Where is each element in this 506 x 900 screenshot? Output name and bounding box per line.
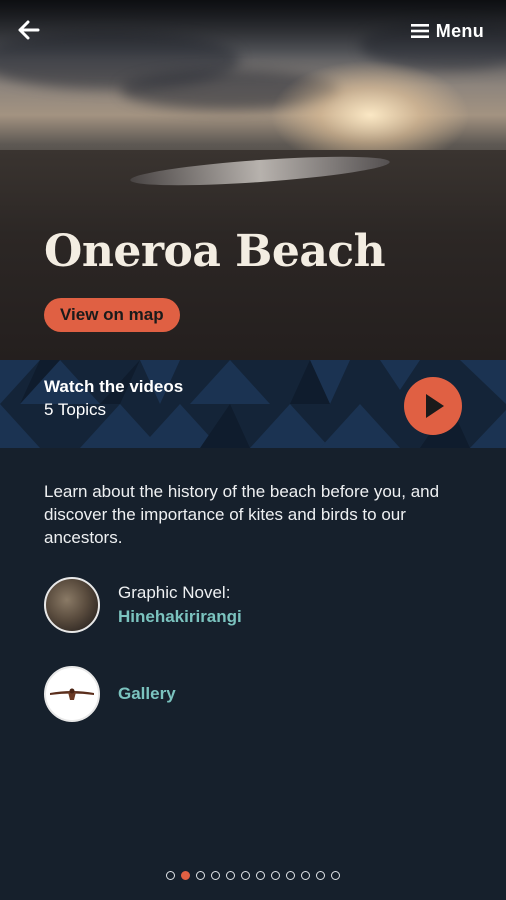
page-dot[interactable] xyxy=(226,871,235,880)
hamburger-icon xyxy=(410,24,429,38)
page-dot[interactable] xyxy=(181,871,190,880)
topics-count: 5 Topics xyxy=(44,400,107,419)
graphic-novel-thumbnail xyxy=(44,577,100,633)
page-dot[interactable] xyxy=(301,871,310,880)
page-title: Oneroa Beach xyxy=(44,226,386,277)
page-dot[interactable] xyxy=(241,871,250,880)
gallery-thumbnail xyxy=(44,666,100,722)
page-dot[interactable] xyxy=(271,871,280,880)
gallery-title[interactable]: Gallery xyxy=(118,684,176,704)
menu-label: Menu xyxy=(435,20,484,41)
page-dot[interactable] xyxy=(256,871,265,880)
page-dot[interactable] xyxy=(286,871,295,880)
page-dot[interactable] xyxy=(316,871,325,880)
description-text: Learn about the history of the beach bef… xyxy=(44,482,440,547)
page-dot[interactable] xyxy=(331,871,340,880)
gallery-link[interactable]: Gallery xyxy=(44,666,176,722)
page-dot[interactable] xyxy=(211,871,220,880)
page-indicator xyxy=(0,871,506,880)
view-on-map-button[interactable]: View on map xyxy=(44,298,180,332)
arrow-left-icon xyxy=(18,20,40,40)
play-icon xyxy=(426,394,444,418)
graphic-novel-link[interactable]: Graphic Novel: Hinehakirirangi xyxy=(44,577,242,633)
kite-bird-icon xyxy=(50,688,94,700)
menu-button[interactable]: Menu xyxy=(410,20,484,42)
graphic-novel-title[interactable]: Hinehakirirangi xyxy=(118,607,242,627)
watch-videos-section[interactable]: Watch the videos 5 Topics xyxy=(0,360,506,448)
watch-videos-heading: Watch the videos xyxy=(44,377,184,396)
page-dot[interactable] xyxy=(196,871,205,880)
back-button[interactable] xyxy=(18,20,40,40)
page-dot[interactable] xyxy=(166,871,175,880)
graphic-novel-caption: Graphic Novel: xyxy=(118,583,231,602)
play-button[interactable] xyxy=(404,377,462,435)
